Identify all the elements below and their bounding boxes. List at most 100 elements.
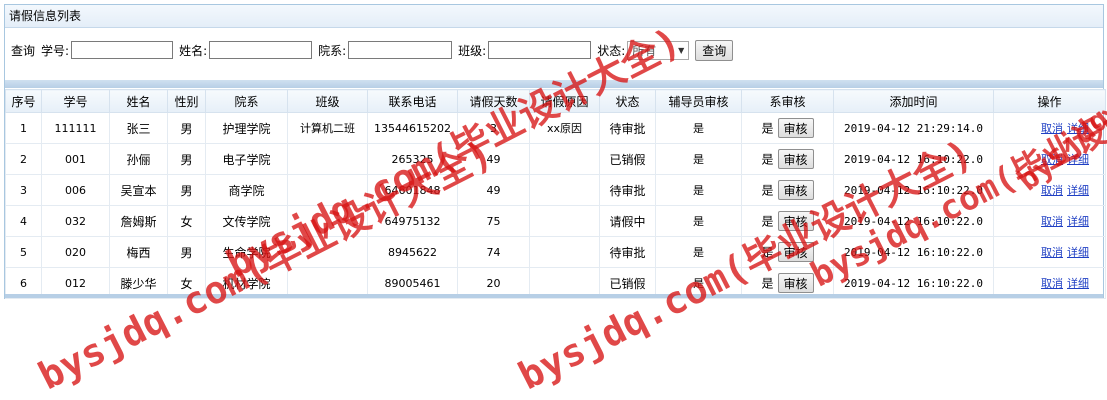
cell-dept-review: 是审核 — [741, 174, 834, 206]
table-body: 1 111111 张三男护理学院 计算机二班 13544615202 3 xx原因 待审批是是… — [5, 112, 1106, 299]
class-input[interactable] — [488, 41, 592, 59]
col-header: 系审核 — [741, 89, 834, 113]
cell-phone: 265325 — [367, 143, 458, 175]
dept-input[interactable] — [348, 41, 453, 59]
cell-dept: 商学院 — [205, 174, 288, 206]
table-row: 1 111111 张三男护理学院 计算机二班 13544615202 3 xx原因 待审批是是… — [5, 112, 1106, 144]
cell-status: 请假中 — [599, 205, 656, 237]
dept-review-value: 是 — [761, 214, 774, 229]
cell-days: 49 — [457, 143, 530, 175]
cell-time: 2019-04-12 16:10:22.0 — [833, 205, 994, 237]
name-input[interactable] — [209, 41, 313, 59]
cell-gender: 女 — [167, 205, 206, 237]
cancel-link[interactable]: 取消 — [1041, 215, 1063, 228]
class-label: 班级: — [458, 43, 487, 58]
cell-status: 待审批 — [599, 236, 656, 268]
cell-phone: 64601848 — [367, 174, 458, 206]
leave-list-panel: 请假信息列表 查询 学号: 姓名: 院系: 班级: 状态: 所有 ▼ 查询 序号… — [4, 4, 1106, 299]
cell-counselor: 是 — [655, 174, 742, 206]
approve-button[interactable]: 审核 — [777, 211, 814, 231]
bottom-bar — [5, 294, 1103, 298]
cell-dept-review: 是审核 — [741, 205, 834, 237]
cell-reason: xx原因 — [529, 112, 600, 144]
panel-title: 请假信息列表 — [5, 5, 1103, 28]
table-row: 4 032 詹姆斯女文传学院 64975132 75 请假中是是审核 2019-04-12 … — [5, 205, 1106, 237]
cell-phone: 64975132 — [367, 205, 458, 237]
cell-gender: 男 — [167, 174, 206, 206]
col-header: 院系 — [205, 89, 288, 113]
query-button[interactable]: 查询 — [695, 39, 734, 61]
approve-button[interactable]: 审核 — [777, 118, 814, 138]
dept-review-value: 是 — [761, 245, 774, 260]
cell-sid: 020 — [41, 236, 110, 268]
cell-days: 75 — [457, 205, 530, 237]
cell-cls — [287, 236, 368, 268]
cell-gender: 男 — [167, 112, 206, 144]
cell-status: 待审批 — [599, 174, 656, 206]
query-bar: 查询 学号: 姓名: 院系: 班级: 状态: 所有 ▼ 查询 — [5, 37, 1103, 63]
col-header: 操作 — [993, 89, 1106, 113]
approve-button[interactable]: 审核 — [777, 242, 814, 262]
cell-sid: 032 — [41, 205, 110, 237]
col-header: 联系电话 — [367, 89, 458, 113]
cell-counselor: 是 — [655, 112, 742, 144]
col-header: 序号 — [5, 89, 42, 113]
cell-no: 2 — [5, 143, 42, 175]
cell-reason — [529, 174, 600, 206]
detail-link[interactable]: 详细 — [1067, 122, 1089, 135]
cell-time: 2019-04-12 16:10:22.0 — [833, 236, 994, 268]
cell-reason — [529, 143, 600, 175]
table-row: 3 006 吴宣本男商学院 64601848 49 待审批是是审核 2019-04-12 1… — [5, 174, 1106, 206]
col-header: 班级 — [287, 89, 368, 113]
cell-counselor: 是 — [655, 143, 742, 175]
cell-no: 1 — [5, 112, 42, 144]
cell-dept-review: 是审核 — [741, 236, 834, 268]
cancel-link[interactable]: 取消 — [1041, 277, 1063, 290]
cancel-link[interactable]: 取消 — [1041, 184, 1063, 197]
cell-status: 待审批 — [599, 112, 656, 144]
detail-link[interactable]: 详细 — [1067, 277, 1089, 290]
cell-sid: 006 — [41, 174, 110, 206]
col-header: 性别 — [167, 89, 206, 113]
student-no-label: 学号: — [41, 43, 70, 58]
dept-review-value: 是 — [761, 183, 774, 198]
col-header: 添加时间 — [833, 89, 994, 113]
detail-link[interactable]: 详细 — [1067, 153, 1089, 166]
detail-link[interactable]: 详细 — [1067, 215, 1089, 228]
cancel-link[interactable]: 取消 — [1041, 122, 1063, 135]
cell-days: 49 — [457, 174, 530, 206]
dept-label: 院系: — [318, 43, 347, 58]
cell-no: 5 — [5, 236, 42, 268]
chevron-down-icon: ▼ — [678, 45, 685, 55]
cell-dept: 生命学院 — [205, 236, 288, 268]
detail-link[interactable]: 详细 — [1067, 246, 1089, 259]
table-row: 2 001 孙俪男电子学院 265325 49 已销假是是审核 2019-04-12 16:… — [5, 143, 1106, 175]
cell-status: 已销假 — [599, 143, 656, 175]
cell-dept: 电子学院 — [205, 143, 288, 175]
cell-actions: 取消 详细 — [993, 174, 1106, 206]
cancel-link[interactable]: 取消 — [1041, 246, 1063, 259]
approve-button[interactable]: 审核 — [777, 273, 814, 293]
status-label: 状态: — [597, 43, 626, 58]
cell-phone: 13544615202 — [367, 112, 458, 144]
cell-reason — [529, 205, 600, 237]
cancel-link[interactable]: 取消 — [1041, 153, 1063, 166]
cell-reason — [529, 236, 600, 268]
cell-time: 2019-04-12 16:10:22.0 — [833, 174, 994, 206]
cell-actions: 取消 详细 — [993, 143, 1106, 175]
student-no-input[interactable] — [71, 41, 174, 59]
cell-cls: 计算机二班 — [287, 112, 368, 144]
col-header: 状态 — [599, 89, 656, 113]
cell-dept-review: 是审核 — [741, 112, 834, 144]
dept-review-value: 是 — [761, 152, 774, 167]
cell-name: 张三 — [109, 112, 168, 144]
approve-button[interactable]: 审核 — [777, 180, 814, 200]
leave-table: 序号 学号 姓名 性别 院系 班级 联系电话 请假天数 请假原因 状态 辅导员审… — [5, 89, 1106, 299]
cell-phone: 8945622 — [367, 236, 458, 268]
approve-button[interactable]: 审核 — [777, 149, 814, 169]
cell-cls — [287, 205, 368, 237]
detail-link[interactable]: 详细 — [1067, 184, 1089, 197]
cell-name: 詹姆斯 — [109, 205, 168, 237]
status-select[interactable]: 所有 ▼ — [627, 40, 690, 60]
cell-counselor: 是 — [655, 205, 742, 237]
